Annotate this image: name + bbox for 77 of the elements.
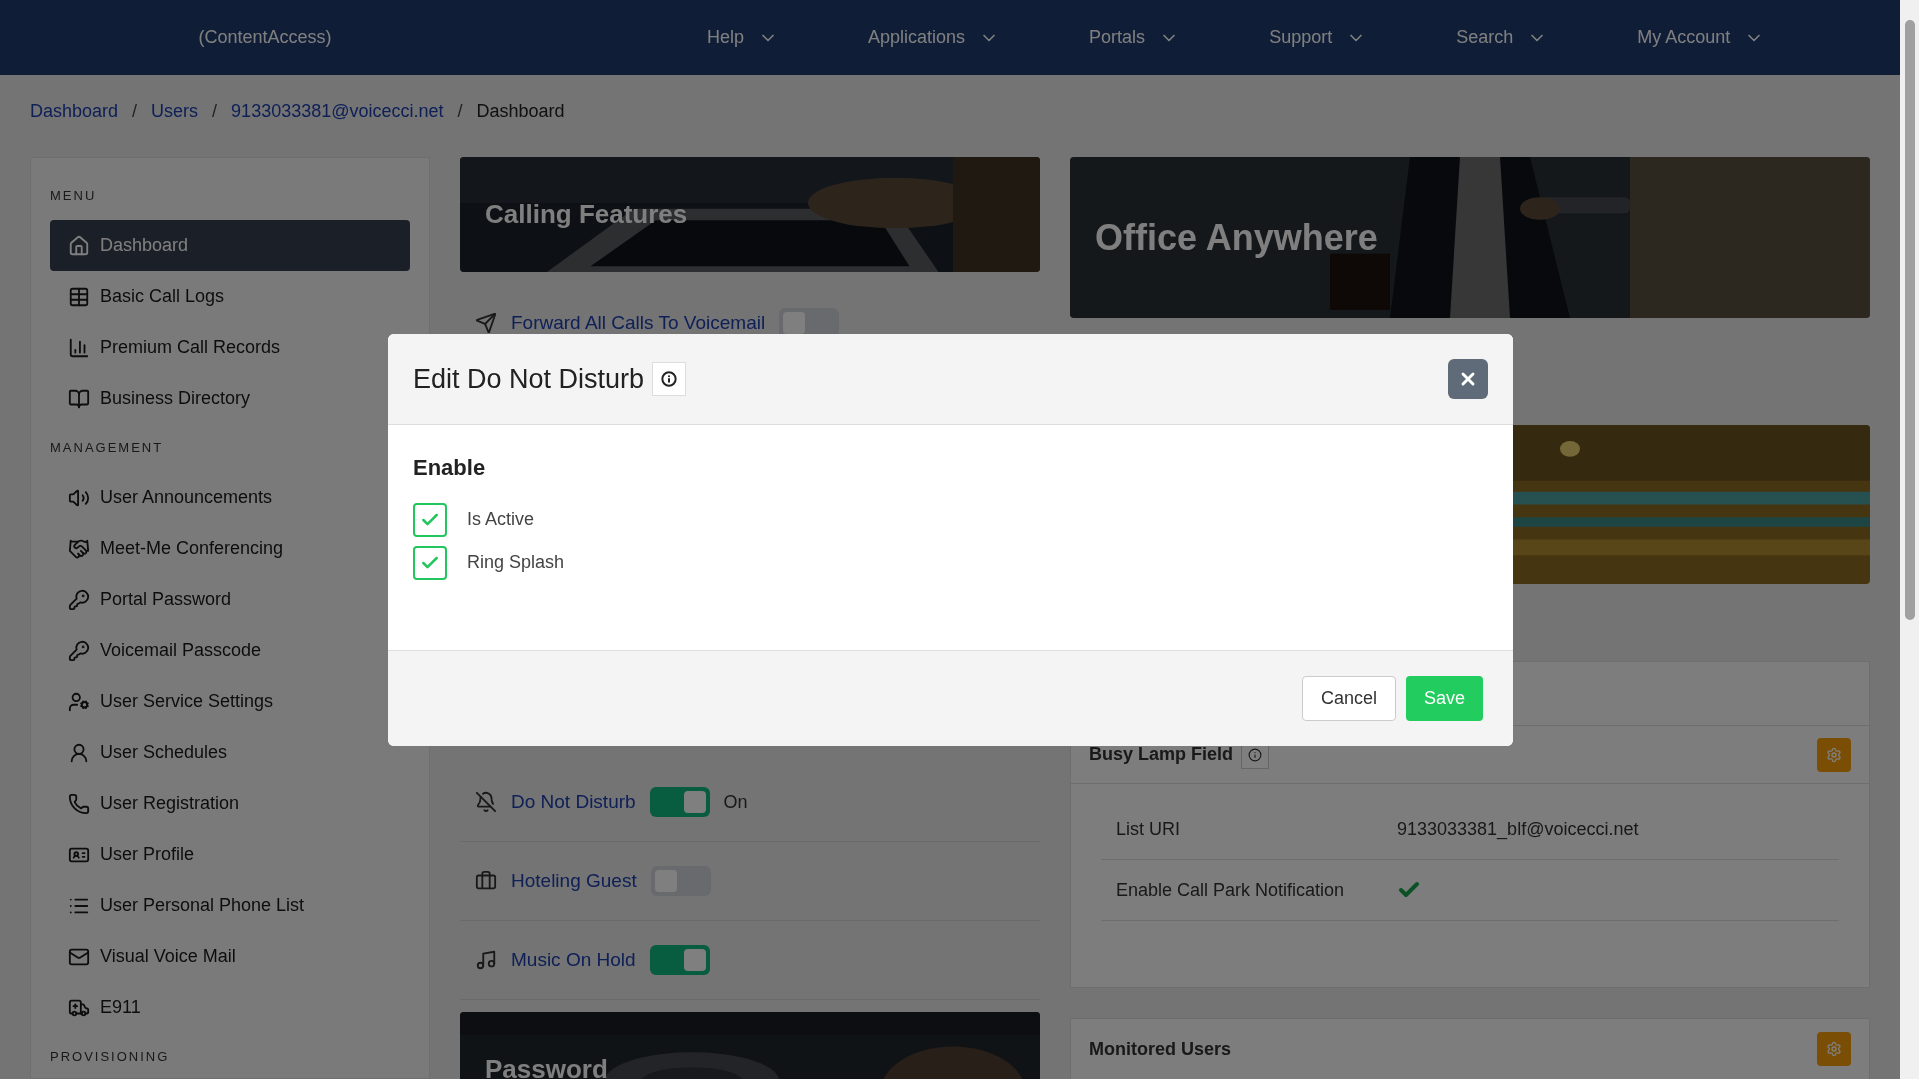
- checkbox-label: Is Active: [467, 508, 535, 531]
- breadcrumb-separator: /: [457, 99, 463, 123]
- settings-icon: [1826, 746, 1842, 763]
- info-icon: [661, 371, 678, 387]
- key-icon: [68, 639, 90, 662]
- field-label: List URI: [1115, 817, 1181, 841]
- feature-link[interactable]: Forward All Calls To Voicemail: [511, 308, 766, 338]
- banner-title: Calling Features: [485, 198, 688, 231]
- house-icon: [68, 234, 90, 257]
- settings-button[interactable]: [1817, 1032, 1851, 1066]
- user-gear-icon: [68, 690, 90, 713]
- banner-title: Office Anywhere: [1095, 215, 1378, 260]
- close-button[interactable]: [1448, 359, 1488, 399]
- info-icon: [1248, 747, 1263, 762]
- sidebar-item[interactable]: User Profile: [50, 829, 410, 880]
- sidebar-heading: MENU: [50, 187, 98, 205]
- nav-menu[interactable]: Applications: [868, 24, 1000, 51]
- breadcrumb-separator: /: [212, 99, 218, 123]
- settings-button[interactable]: [1817, 737, 1851, 772]
- info-button[interactable]: [652, 362, 687, 396]
- nav-menu[interactable]: Support: [1269, 24, 1367, 51]
- sidebar-item[interactable]: E911: [50, 982, 410, 1033]
- bell-off-icon: [475, 791, 497, 813]
- feature-link[interactable]: Do Not Disturb: [511, 787, 636, 817]
- table-icon: [68, 285, 90, 308]
- section-heading: Enable: [413, 454, 487, 482]
- checkbox-label: Ring Splash: [467, 551, 565, 574]
- checkbox[interactable]: [413, 545, 447, 580]
- sidebar-heading: MANAGEMENT: [50, 439, 165, 457]
- paper-plane-icon: [475, 312, 497, 334]
- sidebar-item[interactable]: Meet-Me Conferencing: [50, 523, 410, 574]
- toggle-switch[interactable]: [649, 945, 710, 975]
- scrollbar[interactable]: [1900, 0, 1919, 1079]
- toggle-switch[interactable]: [649, 787, 710, 817]
- field-value: 9133033381_blf@voicecci.net: [1397, 817, 1639, 842]
- banner-title: Password: [485, 1053, 608, 1079]
- modal-title: Edit Do Not Disturb: [413, 362, 645, 396]
- music-note-icon: [475, 949, 497, 971]
- sidebar-item[interactable]: User Service Settings: [50, 676, 410, 727]
- breadcrumb-link[interactable]: 9133033381@voicecci.net: [231, 97, 444, 125]
- brand-link[interactable]: (ContentAccess): [198, 24, 332, 51]
- card-title: Monitored Users: [1089, 1038, 1232, 1061]
- sidebar-heading: PROVISIONING: [50, 1048, 171, 1066]
- checkbox[interactable]: [413, 502, 447, 537]
- bar-chart-icon: [68, 336, 90, 359]
- feature-link[interactable]: Music On Hold: [511, 945, 636, 975]
- handshake-icon: [68, 537, 90, 560]
- sidebar-item[interactable]: Voicemail Passcode: [50, 625, 410, 676]
- breadcrumb-current: Dashboard: [476, 99, 565, 123]
- sidebar-item[interactable]: Portal Password: [50, 574, 410, 625]
- toggle-state-label: On: [723, 790, 748, 814]
- nav-menu[interactable]: My Account: [1637, 24, 1765, 51]
- user-icon: [68, 741, 90, 764]
- sidebar-item[interactable]: Premium Call Records: [50, 322, 410, 373]
- settings-icon: [1826, 1041, 1842, 1057]
- feature-link[interactable]: Hoteling Guest: [511, 866, 637, 896]
- cancel-button[interactable]: Cancel: [1301, 676, 1396, 721]
- card-title: Busy Lamp Field: [1089, 743, 1234, 766]
- sidebar-item[interactable]: Visual Voice Mail: [50, 931, 410, 982]
- key-icon: [68, 588, 90, 611]
- sidebar-item[interactable]: Basic Call Logs: [50, 271, 410, 322]
- nav-menu[interactable]: Help: [707, 24, 779, 51]
- sidebar-item[interactable]: User Announcements: [50, 472, 410, 523]
- breadcrumb-link[interactable]: Dashboard: [30, 97, 119, 125]
- phone-icon: [68, 792, 90, 815]
- nav-menu[interactable]: Search: [1456, 24, 1548, 51]
- nav-menu[interactable]: Portals: [1089, 24, 1180, 51]
- breadcrumb-separator: /: [132, 99, 138, 123]
- sidebar-item[interactable]: Business Directory: [50, 373, 410, 424]
- briefcase-icon: [475, 870, 497, 892]
- book-icon: [68, 387, 90, 410]
- sidebar-item[interactable]: Dashboard: [50, 220, 410, 271]
- breadcrumb-link[interactable]: Users: [151, 97, 199, 125]
- sidebar-item[interactable]: User Schedules: [50, 727, 410, 778]
- sidebar-item[interactable]: User Registration: [50, 778, 410, 829]
- sidebar-item[interactable]: User Personal Phone List: [50, 880, 410, 931]
- field-label: Enable Call Park Notification: [1115, 878, 1346, 902]
